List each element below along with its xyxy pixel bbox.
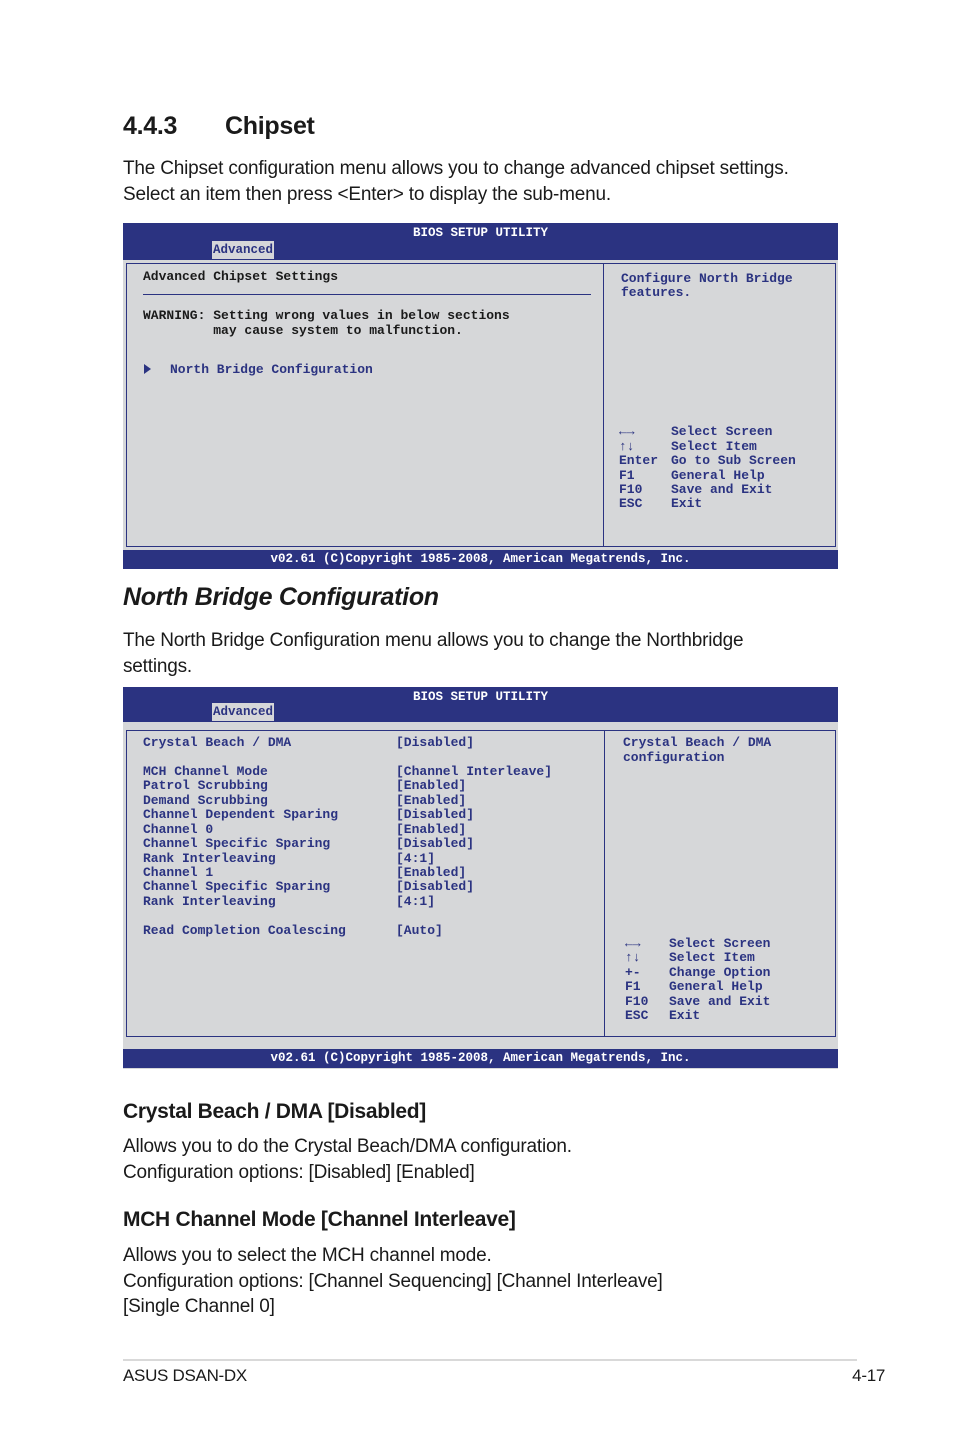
north-bridge-paragraph: The North Bridge Configuration menu allo… — [123, 628, 843, 679]
main-panel — [126, 263, 604, 547]
help-text-line-1: Crystal Beach / DMA — [623, 735, 772, 750]
setting-row-channel-specific-sparing[interactable]: Channel Specific Sparing [Disabled] — [143, 836, 474, 852]
bios-copyright-bar: v02.61 (C)Copyright 1985-2008, American … — [123, 550, 838, 569]
key-row: Enter Go to Sub Screen — [619, 453, 796, 468]
footer-product-name: ASUS DSAN-DX — [123, 1366, 247, 1385]
setting-row-channel-specific-sparing[interactable]: Channel Specific Sparing [Disabled] — [143, 879, 474, 895]
section-title: Chipset — [225, 112, 315, 140]
mch-channel-mode-heading: MCH Channel Mode [Channel Interleave] — [123, 1208, 516, 1231]
crystal-line-1: Allows you to do the Crystal Beach/DMA c… — [123, 1136, 572, 1157]
intro-line-1: The Chipset configuration menu allows yo… — [123, 158, 789, 179]
section-heading: 4.4.3 Chipset — [123, 112, 315, 141]
intro-line-2: Select an item then press <Enter> to dis… — [123, 183, 611, 205]
key-row: ↑↓ Select Item — [625, 950, 755, 965]
key-row: ←→ Select Screen — [619, 424, 773, 439]
nb-line-1: The North Bridge Configuration menu allo… — [123, 630, 744, 651]
tab-advanced[interactable]: Advanced — [212, 241, 275, 259]
mch-paragraph: Allows you to select the MCH channel mod… — [123, 1243, 843, 1320]
bios-screen-chipset: BIOS SETUP UTILITY Advanced Advanced Chi… — [123, 223, 838, 569]
key-row: ESC Exit — [619, 496, 703, 511]
help-text-line-2: configuration — [623, 750, 725, 765]
setting-row-patrol-scrubbing[interactable]: Patrol Scrubbing [Enabled] — [143, 778, 466, 794]
tab-advanced[interactable]: Advanced — [212, 703, 275, 721]
mch-line-3: [Single Channel 0] — [123, 1296, 275, 1317]
intro-paragraph: The Chipset configuration menu allows yo… — [123, 156, 843, 207]
submenu-arrow-icon — [144, 364, 151, 374]
crystal-beach-paragraph: Allows you to do the Crystal Beach/DMA c… — [123, 1134, 843, 1185]
section-number: 4.4.3 — [123, 112, 178, 140]
footer-divider — [123, 1359, 857, 1361]
nb-line-2: settings. — [123, 655, 192, 677]
bios-title-bar: BIOS SETUP UTILITY Advanced — [123, 223, 838, 260]
submenu-north-bridge-configuration[interactable]: North Bridge Configuration — [170, 362, 373, 378]
panel-heading: Advanced Chipset Settings — [143, 269, 339, 284]
setting-row-rank-interleaving[interactable]: Rank Interleaving [4:1] — [143, 894, 435, 910]
bios-title-bar: BIOS SETUP UTILITY Advanced — [123, 687, 838, 722]
mch-line-1: Allows you to select the MCH channel mod… — [123, 1245, 492, 1266]
north-bridge-heading: North Bridge Configuration — [123, 583, 439, 611]
warning-line-1: WARNING: Setting wrong values in below s… — [143, 308, 510, 323]
crystal-beach-heading: Crystal Beach / DMA [Disabled] — [123, 1100, 426, 1123]
bios-title: BIOS SETUP UTILITY — [412, 690, 549, 704]
setting-row-channel-dependent-sparing[interactable]: Channel Dependent Sparing [Disabled] — [143, 807, 474, 823]
bios-copyright-bar: v02.61 (C)Copyright 1985-2008, American … — [123, 1049, 838, 1068]
crystal-line-2: Configuration options: [Disabled] [Enabl… — [123, 1161, 475, 1183]
setting-row-crystal-beach-dma[interactable]: Crystal Beach / DMA [Disabled] — [143, 735, 474, 751]
setting-row-read-completion-coalescing[interactable]: Read Completion Coalescing [Auto] — [143, 923, 443, 939]
heading-divider — [143, 294, 591, 295]
key-row: F1 General Help — [625, 979, 763, 994]
help-text-line-2: features. — [621, 285, 692, 300]
key-row: ESC Exit — [625, 1008, 701, 1023]
bios-screen-north-bridge: BIOS SETUP UTILITY Advanced Crystal Beac… — [123, 687, 838, 1069]
bios-title: BIOS SETUP UTILITY — [412, 226, 549, 240]
warning-line-2: may cause system to malfunction. — [143, 323, 463, 338]
mch-line-2: Configuration options: [Channel Sequenci… — [123, 1270, 663, 1292]
footer-page-number: 4-17 — [852, 1366, 885, 1385]
